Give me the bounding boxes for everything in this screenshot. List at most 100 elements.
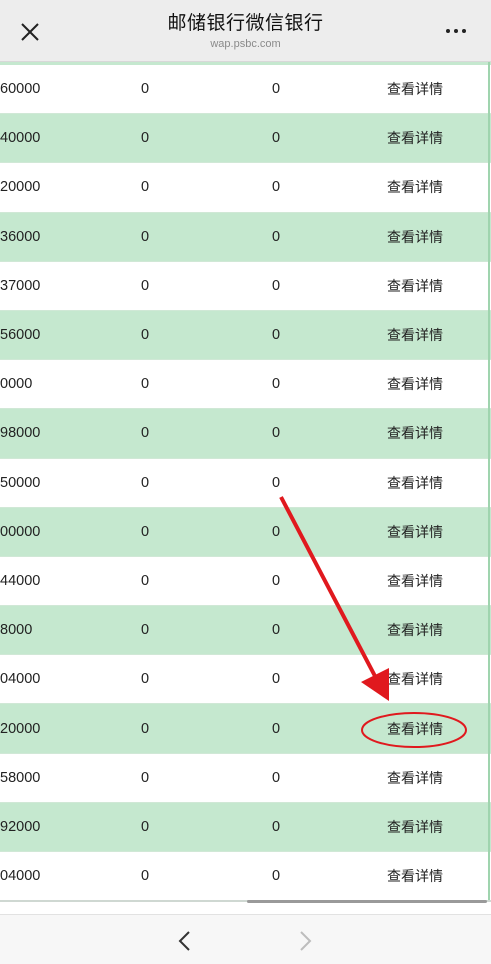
table-row: 92000 0 0 查看详情 [0, 802, 491, 852]
table-row: 50000 0 0 查看详情 [0, 458, 491, 508]
table-row: 00000 0 0 查看详情 [0, 507, 491, 557]
amount-cell: 44000 [0, 572, 41, 589]
view-details-link[interactable]: 查看详情 [370, 817, 460, 837]
browser-footer [0, 914, 491, 964]
value-cell-a: 0 [140, 81, 150, 98]
table-body: 60000 0 0 查看详情 40000 0 0 查看详情 20000 0 0 查看详情 36000 0 0… [0, 65, 491, 902]
more-button[interactable] [436, 16, 476, 46]
value-cell-a: 0 [140, 130, 150, 147]
value-cell-b: 0 [271, 769, 281, 786]
table-row: 8000 0 0 查看详情 [0, 606, 491, 656]
amount-cell: 20000 [0, 720, 41, 737]
view-details-link[interactable]: 查看详情 [370, 227, 460, 247]
view-details-link[interactable]: 查看详情 [370, 768, 460, 788]
value-cell-a: 0 [140, 622, 150, 639]
value-cell-a: 0 [140, 425, 150, 442]
table-row: 98000 0 0 查看详情 [0, 409, 491, 459]
view-details-link[interactable]: 查看详情 [370, 177, 460, 197]
view-details-link[interactable]: 查看详情 [370, 325, 460, 345]
horizontal-scrollbar[interactable] [247, 900, 487, 903]
value-cell-b: 0 [271, 81, 281, 98]
table-right-border [488, 62, 490, 902]
table-row: 40000 0 0 查看详情 [0, 114, 491, 164]
value-cell-a: 0 [140, 228, 150, 245]
value-cell-b: 0 [271, 277, 281, 294]
value-cell-a: 0 [140, 277, 150, 294]
page-title: 邮储银行微信银行 [167, 12, 324, 34]
view-details-link[interactable]: 查看详情 [370, 669, 460, 689]
page-url: wap.psbc.com [210, 38, 281, 50]
view-details-link[interactable]: 查看详情 [370, 719, 460, 739]
view-details-link[interactable]: 查看详情 [370, 128, 460, 148]
value-cell-b: 0 [271, 179, 281, 196]
amount-cell: 36000 [0, 228, 41, 245]
table-row: 04000 0 0 查看详情 [0, 852, 491, 902]
table-row: 36000 0 0 查看详情 [0, 212, 491, 262]
value-cell-a: 0 [140, 179, 150, 196]
view-details-link[interactable]: 查看详情 [370, 866, 460, 886]
more-icon [444, 29, 468, 33]
amount-cell: 37000 [0, 277, 41, 294]
value-cell-a: 0 [140, 868, 150, 885]
value-cell-a: 0 [140, 720, 150, 737]
value-cell-a: 0 [140, 327, 150, 344]
amount-cell: 60000 [0, 81, 41, 98]
back-button[interactable] [170, 927, 200, 955]
view-details-link[interactable]: 查看详情 [370, 374, 460, 394]
value-cell-b: 0 [271, 327, 281, 344]
view-details-link[interactable]: 查看详情 [370, 276, 460, 296]
amount-cell: 04000 [0, 671, 41, 688]
view-details-link[interactable]: 查看详情 [370, 522, 460, 542]
value-cell-b: 0 [271, 720, 281, 737]
amount-cell: 92000 [0, 818, 41, 835]
value-cell-b: 0 [271, 572, 281, 589]
value-cell-b: 0 [271, 130, 281, 147]
value-cell-a: 0 [140, 818, 150, 835]
value-cell-a: 0 [140, 572, 150, 589]
amount-cell: 58000 [0, 769, 41, 786]
table-row: 37000 0 0 查看详情 [0, 261, 491, 311]
table-row: 04000 0 0 查看详情 [0, 655, 491, 705]
amount-cell: 0000 [0, 376, 33, 393]
wechat-header: 邮储银行微信银行 wap.psbc.com [0, 0, 491, 62]
header-title-group: 邮储银行微信银行 wap.psbc.com [90, 10, 401, 51]
value-cell-b: 0 [271, 818, 281, 835]
table-row: 0000 0 0 查看详情 [0, 360, 491, 410]
table-row: 56000 0 0 查看详情 [0, 310, 491, 361]
value-cell-a: 0 [140, 474, 150, 491]
chevron-left-icon [178, 931, 190, 951]
value-cell-b: 0 [271, 622, 281, 639]
amount-cell: 04000 [0, 868, 41, 885]
value-cell-a: 0 [140, 523, 150, 540]
view-details-link[interactable]: 查看详情 [370, 620, 460, 640]
amount-cell: 8000 [0, 622, 33, 639]
amount-cell: 50000 [0, 474, 41, 491]
amount-cell: 40000 [0, 130, 41, 147]
table-row: 60000 0 0 查看详情 [0, 65, 491, 115]
table-row: 44000 0 0 查看详情 [0, 556, 491, 607]
value-cell-b: 0 [271, 868, 281, 885]
close-button[interactable] [14, 16, 46, 48]
value-cell-b: 0 [271, 474, 281, 491]
value-cell-a: 0 [140, 671, 150, 688]
view-details-link[interactable]: 查看详情 [370, 79, 460, 99]
table-row: 58000 0 0 查看详情 [0, 753, 491, 803]
close-icon [21, 23, 39, 41]
value-cell-b: 0 [271, 376, 281, 393]
transaction-table[interactable]: 60000 0 0 查看详情 40000 0 0 查看详情 20000 0 0 查看详情 36000 0 0… [0, 62, 491, 902]
value-cell-a: 0 [140, 376, 150, 393]
view-details-link[interactable]: 查看详情 [370, 571, 460, 591]
forward-button[interactable] [290, 927, 320, 955]
amount-cell: 00000 [0, 523, 41, 540]
view-details-link[interactable]: 查看详情 [370, 423, 460, 443]
table-row: 20000 0 0 查看详情 [0, 704, 491, 754]
value-cell-b: 0 [271, 425, 281, 442]
table-row: 20000 0 0 查看详情 [0, 163, 491, 213]
value-cell-b: 0 [271, 228, 281, 245]
value-cell-b: 0 [271, 523, 281, 540]
amount-cell: 56000 [0, 327, 41, 344]
view-details-link[interactable]: 查看详情 [370, 473, 460, 493]
chevron-right-icon [300, 931, 312, 951]
value-cell-b: 0 [271, 671, 281, 688]
amount-cell: 98000 [0, 425, 41, 442]
